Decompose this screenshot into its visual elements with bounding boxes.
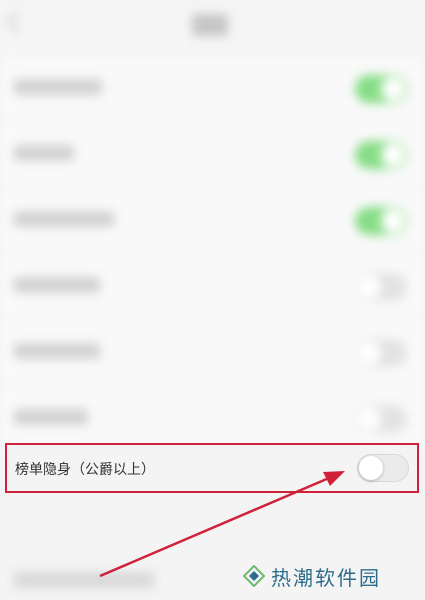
watermark-text: 热潮软件园 <box>271 565 381 590</box>
row-label-blurred <box>14 79 102 95</box>
row-label-blurred <box>14 211 114 227</box>
watermark: 热潮软件园 <box>243 561 381 591</box>
top-bar <box>0 0 425 50</box>
row-label-blurred <box>14 145 74 161</box>
row-label-blurred <box>14 409 88 425</box>
toggle-switch[interactable] <box>355 207 407 235</box>
page-title-blurred <box>192 14 228 36</box>
row-label-blurred <box>14 343 100 359</box>
toggle-switch[interactable] <box>355 75 407 103</box>
toggle-switch[interactable] <box>355 273 407 301</box>
settings-row <box>0 187 425 253</box>
settings-list <box>0 55 425 451</box>
watermark-logo-icon <box>243 565 265 587</box>
toggle-switch[interactable] <box>355 405 407 433</box>
row-label-blurred <box>14 572 154 588</box>
toggle-switch[interactable] <box>355 339 407 367</box>
settings-row <box>0 319 425 385</box>
settings-row <box>0 55 425 121</box>
leaderboard-invisible-toggle[interactable] <box>357 454 409 482</box>
blurred-background <box>0 0 425 600</box>
settings-row <box>0 385 425 451</box>
back-arrow-icon[interactable] <box>6 10 30 34</box>
toggle-switch[interactable] <box>355 141 407 169</box>
row-label-blurred <box>14 277 100 293</box>
leaderboard-invisible-label: 榜单隐身（公爵以上） <box>15 462 155 478</box>
settings-row <box>0 253 425 319</box>
toggle-knob <box>359 456 383 480</box>
settings-row <box>0 121 425 187</box>
leaderboard-invisible-row[interactable]: 榜单隐身（公爵以上） <box>5 443 419 493</box>
